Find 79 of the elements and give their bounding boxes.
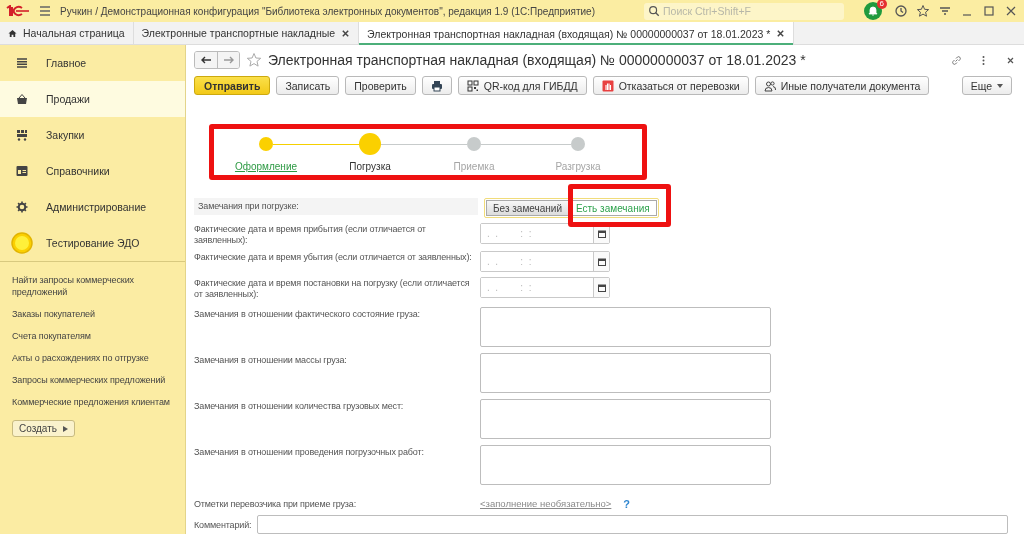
field-label: Фактические дата и время убытия (если отличается от заявленных): bbox=[194, 251, 473, 263]
home-icon bbox=[8, 28, 17, 38]
sidebar-section[interactable]: Продажи bbox=[0, 81, 185, 117]
link-icon[interactable] bbox=[951, 54, 962, 66]
sidebar-section[interactable]: Администрирование bbox=[0, 189, 185, 225]
field-label: Замечания в отношении количества грузовых мест: bbox=[194, 400, 405, 412]
field-label: Фактические дата и время прибытия (если отличается от заявленных): bbox=[194, 223, 427, 246]
create-button[interactable]: Создать bbox=[12, 420, 75, 437]
sidebar-link[interactable]: Заказы покупателей bbox=[12, 308, 177, 320]
sidebar-link[interactable]: Счета покупателям bbox=[12, 330, 177, 342]
toolbar-button[interactable]: Проверить bbox=[345, 76, 416, 95]
notification-badge: 6 bbox=[876, 0, 887, 9]
datetime-field[interactable]: . . : : bbox=[480, 251, 610, 272]
toolbar-button[interactable]: Записать bbox=[276, 76, 340, 95]
search-field[interactable]: Поиск Ctrl+Shift+F bbox=[644, 2, 844, 20]
close-icon[interactable] bbox=[776, 29, 786, 38]
field-label: Отметки перевозчика при приеме груза: bbox=[194, 498, 358, 510]
stage-label: Погрузка bbox=[349, 161, 391, 172]
app-logo-icon bbox=[6, 5, 30, 17]
field-label: Замечания при погрузке: bbox=[194, 198, 478, 215]
caret-down-icon bbox=[997, 83, 1003, 88]
toolbar-button[interactable]: QR-код для ГИБДД bbox=[457, 76, 587, 95]
toggle-option[interactable]: Без замечаний bbox=[486, 200, 569, 216]
sidebar-section[interactable]: Главное bbox=[0, 45, 185, 81]
sidebar-link[interactable]: Найти запросы коммерческих предложений bbox=[12, 274, 177, 298]
sidebar-link[interactable]: Акты о расхождениях по отгрузке bbox=[12, 352, 177, 364]
calendar-icon[interactable] bbox=[597, 229, 606, 238]
stage-label: Разгрузка bbox=[555, 161, 601, 172]
back-button[interactable] bbox=[195, 52, 217, 68]
menu-icon[interactable] bbox=[38, 4, 52, 18]
status-circle-icon bbox=[11, 232, 33, 254]
toolbar-button[interactable]: Отказаться от перевозки bbox=[592, 76, 749, 95]
comment-field[interactable] bbox=[257, 515, 1008, 534]
field-label: Замечания в отношении массы груза: bbox=[194, 354, 348, 366]
help-link[interactable]: ? bbox=[623, 497, 631, 510]
sidebar-link[interactable]: Запросы коммерческих предложений bbox=[12, 374, 177, 386]
star-icon[interactable] bbox=[246, 52, 262, 68]
cart-icon bbox=[16, 129, 28, 141]
datetime-field[interactable]: . . : : bbox=[480, 223, 610, 244]
basket-icon bbox=[16, 93, 28, 105]
sidebar-section[interactable]: Закупки bbox=[0, 117, 185, 153]
toolbar-button[interactable]: Иные получатели документа bbox=[754, 76, 930, 95]
document-title: Электронная транспортная накладная (входящая) № 00000000037 от 18.01.2023 * bbox=[268, 52, 807, 68]
maximize-icon[interactable] bbox=[982, 4, 996, 18]
filter-lines-icon[interactable] bbox=[938, 4, 952, 18]
calendar-icon[interactable] bbox=[597, 257, 606, 266]
arrow-right-icon bbox=[222, 56, 235, 64]
stage-link[interactable]: Оформление bbox=[234, 161, 298, 172]
list-icon bbox=[16, 57, 28, 69]
caret-icon bbox=[63, 425, 68, 432]
star-icon[interactable] bbox=[916, 4, 930, 18]
field-label: Фактические дата и время постановки на погрузку (если отличается от заявленных): bbox=[194, 277, 471, 300]
tab[interactable]: Начальная страница bbox=[0, 22, 134, 44]
datetime-field[interactable]: . . : : bbox=[480, 277, 610, 298]
close-icon[interactable] bbox=[1004, 4, 1018, 18]
people-icon bbox=[763, 79, 776, 92]
search-icon bbox=[648, 4, 660, 17]
calendar-icon[interactable] bbox=[597, 283, 606, 292]
send-button[interactable]: Отправить bbox=[194, 76, 271, 95]
printer-icon bbox=[430, 79, 443, 92]
sidebar-link[interactable]: Коммерческие предложения клиентам bbox=[12, 396, 177, 408]
field-label: Замечания в отношении проведения погрузочных работ: bbox=[194, 446, 425, 458]
gear-icon bbox=[16, 201, 28, 213]
qr-code-icon bbox=[466, 79, 479, 92]
history-icon[interactable] bbox=[894, 4, 908, 18]
stage-label: Приемка bbox=[453, 161, 495, 172]
optional-link[interactable]: <заполнение необязательно> bbox=[480, 498, 612, 509]
close-icon[interactable] bbox=[341, 28, 351, 38]
sidebar-section[interactable]: Тестирование ЭДО bbox=[0, 225, 185, 261]
arrow-left-icon bbox=[200, 56, 212, 64]
catalog-icon bbox=[16, 165, 28, 177]
tab[interactable]: Электронная транспортная накладная (входящая) № 00000000037 от 18.01.2023 * bbox=[359, 22, 795, 45]
sidebar-section[interactable]: Справочники bbox=[0, 153, 185, 189]
print-button[interactable] bbox=[421, 76, 452, 95]
app-title: Ручкин / Демонстрационная конфигурация "Библиотека электронных документов", редакция 1.9 (1С:Предприятие) bbox=[60, 5, 595, 17]
field-label: Комментарий: bbox=[194, 519, 252, 531]
more-button[interactable]: Еще bbox=[961, 76, 1012, 95]
notification-bell-icon[interactable] bbox=[864, 2, 882, 20]
field-label: Замечания в отношении фактического состояние груза: bbox=[194, 308, 421, 320]
